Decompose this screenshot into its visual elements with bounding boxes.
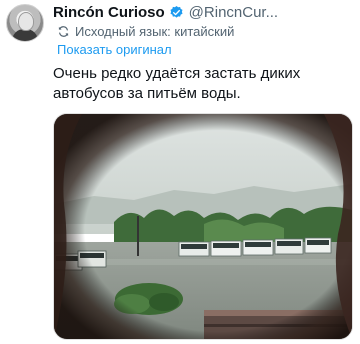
avatar-face — [18, 12, 34, 31]
source-language-row: Исходный язык: китайский — [57, 24, 234, 39]
photo-buses-in-flooded-lot — [54, 114, 352, 339]
source-language-text: Исходный язык: китайский — [75, 24, 235, 39]
verified-badge-icon — [170, 5, 183, 18]
tweet-text: Очень редко удаётся застать диких автобу… — [53, 64, 353, 104]
avatar[interactable] — [6, 4, 44, 42]
translate-icon — [58, 26, 69, 37]
author-handle[interactable]: @RincnCur... — [189, 4, 278, 21]
author-name[interactable]: Rincón Curioso — [53, 4, 165, 21]
tweet-text-line: Очень редко удаётся застать диких — [53, 65, 301, 82]
tweet-text-line: автобусов за питьём воды. — [53, 85, 241, 102]
tweet-photo[interactable] — [53, 113, 353, 340]
show-original-link[interactable]: Показать оригинал — [57, 42, 172, 57]
tweet-header: Rincón Curioso @RincnCur... — [53, 2, 278, 22]
